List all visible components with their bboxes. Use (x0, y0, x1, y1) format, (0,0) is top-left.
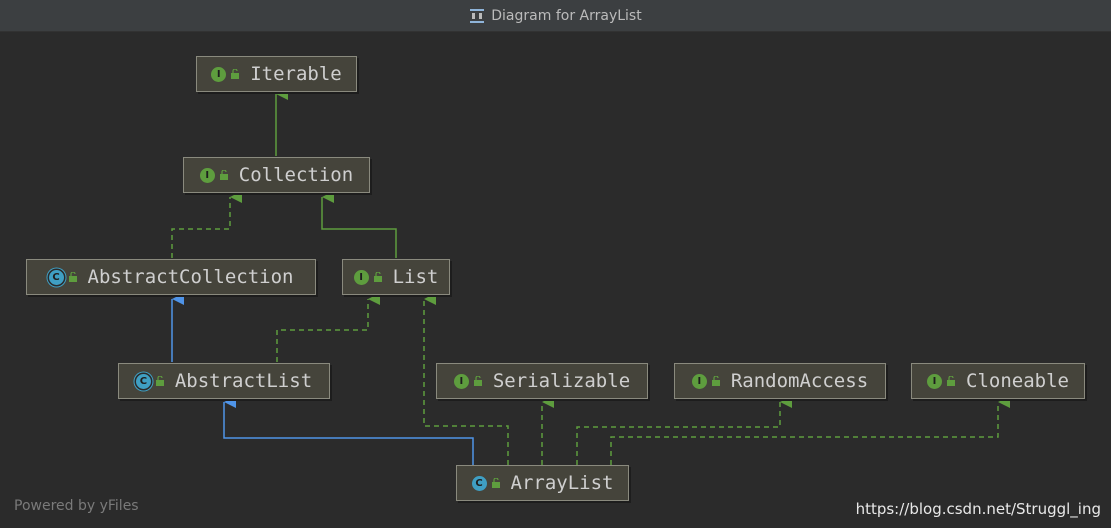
window-title: Diagram for ArrayList (491, 7, 642, 24)
node-random-access[interactable]: I RandomAccess (674, 363, 886, 399)
unlock-icon (491, 478, 500, 488)
watermark-url: https://blog.csdn.net/Struggl_ing (855, 500, 1101, 518)
edge-abstractlist-list (276, 293, 380, 362)
unlock-icon (68, 272, 77, 282)
edge-arraylist-cloneable (610, 396, 1010, 465)
node-cloneable[interactable]: I Cloneable (911, 363, 1085, 399)
interface-badge-icon: I (353, 269, 369, 285)
window-title-bar: Diagram for ArrayList (0, 0, 1111, 32)
abstract-class-badge-icon: C (135, 373, 151, 389)
interface-badge-icon: I (199, 167, 215, 183)
diagram-icon (470, 8, 485, 23)
unlock-icon (711, 376, 720, 386)
edge-arraylist-randomaccess (576, 396, 792, 465)
diagram-canvas[interactable]: I Iterable I Collection C AbstractCollec… (0, 32, 1111, 528)
interface-badge-icon: I (927, 373, 943, 389)
node-label: AbstractCollection (87, 266, 294, 288)
interface-badge-icon: I (211, 66, 227, 82)
abstract-class-badge-icon: C (48, 269, 64, 285)
unlock-icon (947, 376, 956, 386)
unlock-icon (473, 376, 482, 386)
powered-by-label: Powered by yFiles (14, 498, 139, 514)
unlock-icon (219, 170, 228, 180)
node-label: Collection (238, 164, 354, 186)
node-label: RandomAccess (730, 370, 869, 392)
node-label: Cloneable (966, 370, 1069, 392)
interface-badge-icon: I (453, 373, 469, 389)
node-label: Serializable (492, 370, 631, 392)
node-array-list[interactable]: C ArrayList (456, 465, 629, 501)
node-serializable[interactable]: I Serializable (436, 363, 648, 399)
node-collection[interactable]: I Collection (183, 157, 370, 193)
edge-abstractcollection-collection (171, 191, 242, 258)
unlock-icon (155, 376, 164, 386)
unlock-icon (231, 69, 240, 79)
class-badge-icon: C (471, 475, 487, 491)
node-abstract-collection[interactable]: C AbstractCollection (26, 259, 316, 295)
node-label: Iterable (250, 63, 342, 85)
unlock-icon (373, 272, 382, 282)
edge-list-collection (321, 191, 397, 258)
node-iterable[interactable]: I Iterable (196, 56, 357, 92)
edge-arraylist-abstractlist (223, 396, 474, 465)
node-abstract-list[interactable]: C AbstractList (118, 363, 330, 399)
node-label: ArrayList (510, 472, 614, 494)
node-list[interactable]: I List (342, 259, 450, 295)
interface-badge-icon: I (691, 373, 707, 389)
node-label: List (392, 266, 439, 288)
node-label: AbstractList (174, 370, 313, 392)
